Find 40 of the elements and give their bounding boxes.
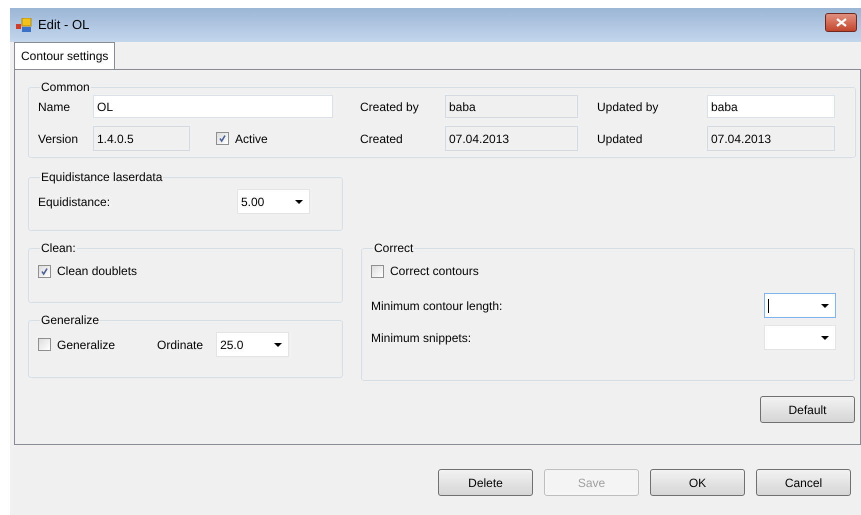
button[interactable]: Delete (438, 469, 533, 496)
group-label: Generalize (40, 313, 100, 328)
text-field[interactable]: baba (707, 95, 835, 118)
app-icon (16, 18, 32, 32)
checkbox[interactable]: Active (216, 130, 268, 148)
dropdown-arrow-icon[interactable] (295, 200, 303, 204)
text-field[interactable]: 07.04.2013 (707, 126, 835, 151)
dropdown-arrow-icon[interactable] (821, 304, 829, 308)
close-icon (836, 18, 846, 26)
dropdown[interactable]: 5.00 (237, 189, 310, 214)
field-label: Updated (597, 130, 644, 148)
checkbox[interactable]: Correct contours (371, 262, 836, 280)
window-title: Edit - OL (38, 16, 90, 34)
text-field[interactable]: 07.04.2013 (445, 126, 578, 151)
group-label: Clean: (40, 241, 77, 256)
text-field[interactable]: OL (93, 95, 333, 118)
group-label: Equidistance laserdata (40, 170, 164, 185)
group-label: Correct (373, 241, 414, 256)
button[interactable]: Cancel (756, 469, 851, 496)
field-label: Version (38, 130, 80, 148)
close-button[interactable] (825, 12, 857, 32)
checkbox[interactable]: Clean doublets (38, 262, 342, 280)
field-label: Updated by (597, 98, 660, 116)
button[interactable]: OK (650, 469, 745, 496)
field-label: Name (38, 98, 72, 116)
checkbox[interactable]: Generalize (38, 336, 116, 354)
field-label: Minimum contour length: (371, 298, 502, 314)
dropdown-arrow-icon[interactable] (274, 342, 282, 346)
button[interactable]: Default (760, 396, 855, 423)
text-field[interactable]: baba (445, 95, 578, 118)
dropdown-arrow-icon[interactable] (821, 336, 829, 340)
field-label: Created (360, 130, 404, 148)
group-label: Common (40, 80, 91, 95)
text-field[interactable]: 1.4.0.5 (93, 126, 190, 151)
field-label: Ordinate (157, 336, 204, 354)
field-label: Equidistance: (38, 194, 112, 210)
tab[interactable]: Contour settings (14, 42, 116, 69)
dropdown[interactable]: 25.0 (216, 332, 290, 357)
field-label: Created by (360, 98, 420, 116)
field-label: Minimum snippets: (371, 330, 472, 346)
